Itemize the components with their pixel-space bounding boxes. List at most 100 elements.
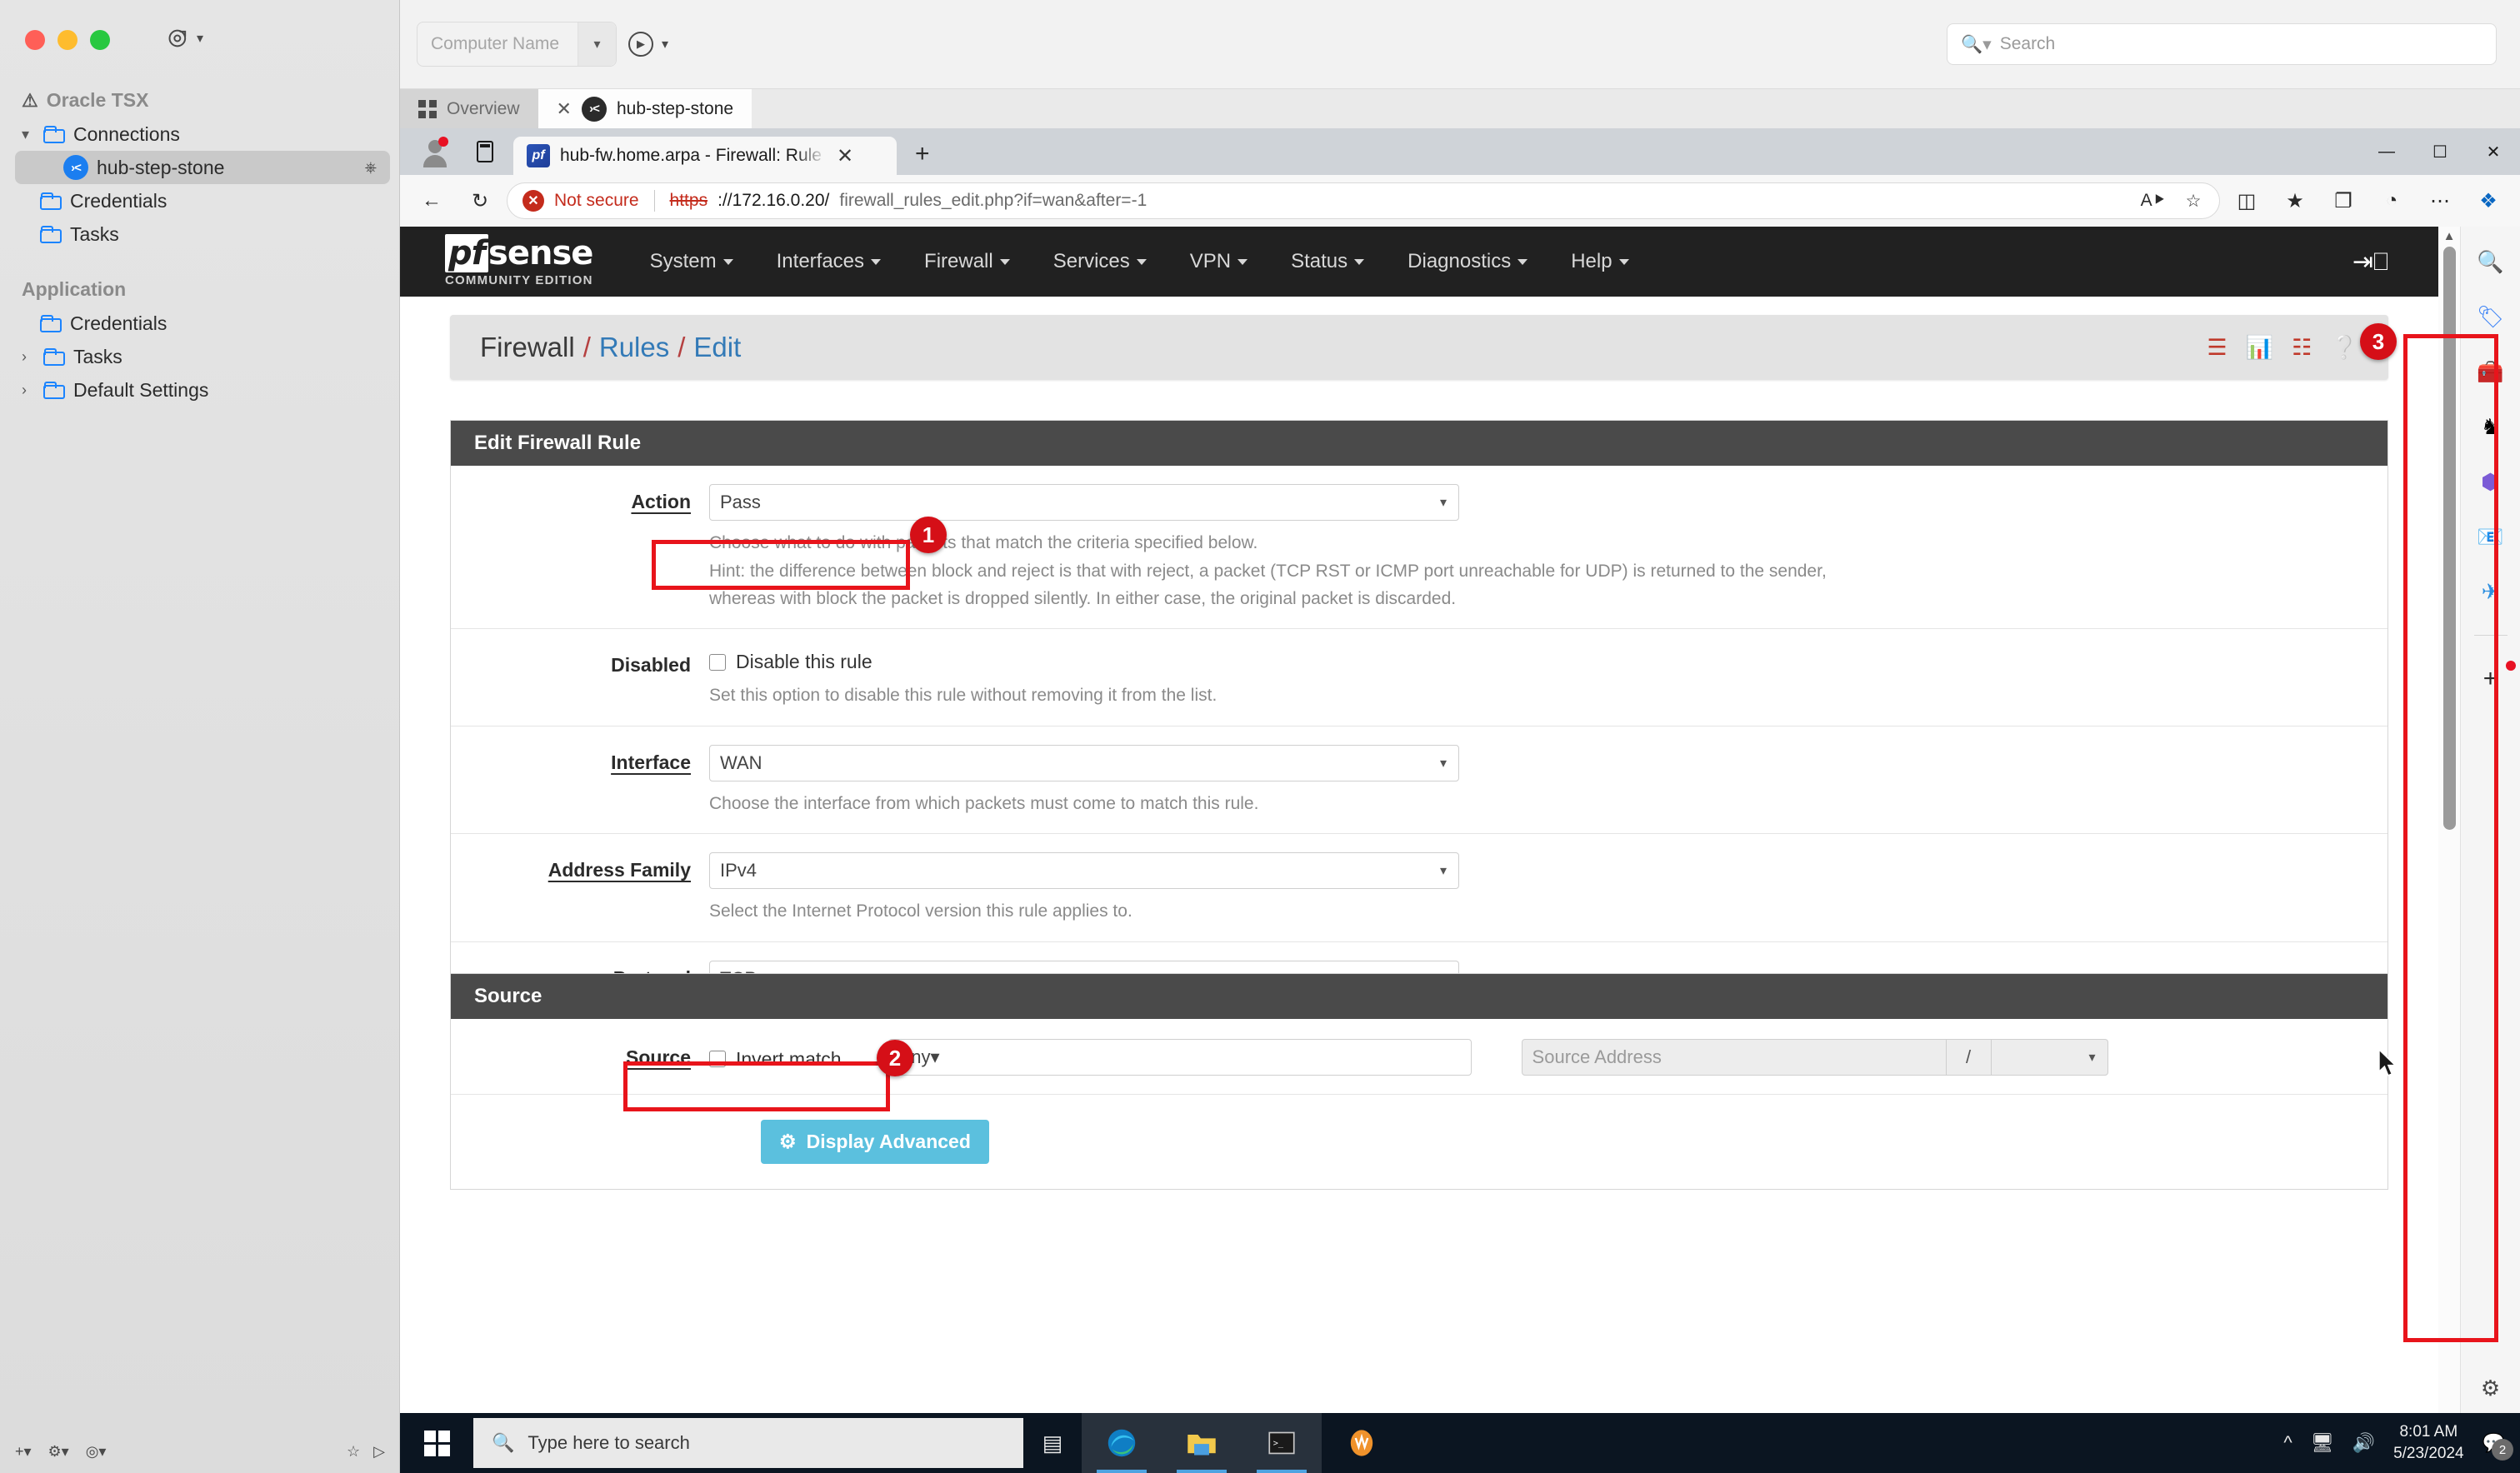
volume-icon[interactable]: 🔊 <box>2352 1432 2375 1454</box>
taskbar-app-edge[interactable] <box>1082 1413 1162 1473</box>
gear-icon[interactable]: ⚙ <box>2481 1376 2500 1401</box>
collections-icon[interactable]: ❐ <box>2322 179 2365 222</box>
source-mask-select[interactable]: ▾ <box>1991 1039 2108 1076</box>
eject-icon[interactable]: ⎈ <box>365 159 377 177</box>
refresh-icon[interactable]: ↻ <box>458 179 502 222</box>
outlook-icon[interactable]: 📧 <box>2472 520 2509 553</box>
tab-overview[interactable]: Overview <box>400 89 538 128</box>
sidebar-item-connections[interactable]: ▾ Connections <box>0 117 400 151</box>
minimize-window-button[interactable] <box>58 30 78 50</box>
sidebar-item-default-settings[interactable]: › Default Settings <box>0 373 400 407</box>
logout-icon[interactable]: ⇥⎕ <box>2352 247 2388 277</box>
split-screen-icon[interactable]: ◫ <box>2225 179 2268 222</box>
nav-system[interactable]: System <box>628 250 755 273</box>
help-icon[interactable]: ❔ <box>2330 334 2358 361</box>
taskbar-clock[interactable]: 8:01 AM 5/23/2024 <box>2393 1421 2464 1464</box>
new-tab-button[interactable]: + <box>915 140 930 175</box>
star-icon[interactable]: ☆ <box>2176 183 2211 218</box>
taskbar-app-clamwin[interactable] <box>1322 1413 1402 1473</box>
windows-start-icon[interactable] <box>400 1413 473 1473</box>
scrollbar-thumb[interactable] <box>2442 247 2456 830</box>
sidebar-item-hub-step-stone[interactable]: ›< hub-step-stone ⎈ <box>15 151 390 184</box>
close-window-button[interactable] <box>25 30 45 50</box>
chevron-up-icon[interactable]: ^ <box>2283 1432 2292 1454</box>
back-arrow-icon[interactable]: ← <box>410 179 453 222</box>
source-address-input[interactable]: Source Address <box>1521 1039 1947 1076</box>
breadcrumb-rules-link[interactable]: Rules <box>599 332 669 363</box>
chevron-down-icon[interactable]: ▾ <box>22 126 35 143</box>
taskbar-app-terminal[interactable]: >_ <box>1242 1413 1322 1473</box>
address-family-select[interactable]: IPv4 ▾ <box>709 852 1459 890</box>
sidebar-item-app-credentials[interactable]: Credentials <box>0 307 400 340</box>
nav-status[interactable]: Status <box>1269 250 1386 273</box>
macos-sidebar: ▾ ⚠ Oracle TSX ▾ Connections ›< hub-step… <box>0 0 400 1473</box>
nav-vpn[interactable]: VPN <box>1168 250 1269 273</box>
action-select[interactable]: Pass ▾ <box>709 484 1459 521</box>
sidebar-item-credentials[interactable]: Credentials <box>0 184 400 217</box>
tab-hub-step-stone[interactable]: ✕ ›< hub-step-stone <box>538 89 752 128</box>
maximize-button[interactable]: ☐ <box>2413 128 2467 175</box>
more-icon[interactable]: ⋯ <box>2418 179 2462 222</box>
minimize-button[interactable]: — <box>2360 128 2413 175</box>
sliders-icon[interactable]: ☰ <box>2207 335 2227 361</box>
chevron-down-icon[interactable]: ▾ <box>197 30 203 47</box>
edge-browser-tab[interactable]: pf hub-fw.home.arpa - Firewall: Rule ✕ <box>513 137 897 175</box>
search-icon[interactable]: 🔍 <box>2472 245 2509 278</box>
macos-search-input[interactable]: 🔍▾ Search <box>1947 23 2497 65</box>
interface-select[interactable]: WAN ▾ <box>709 744 1459 781</box>
chevron-down-icon[interactable]: ▾ <box>662 36 668 52</box>
gear-dropdown-icon[interactable]: ⚙▾ <box>48 1443 69 1461</box>
star-icon[interactable]: ☆ <box>347 1443 360 1461</box>
display-advanced-button[interactable]: ⚙ Display Advanced <box>761 1120 989 1164</box>
address-bar[interactable]: ✕ Not secure https://172.16.0.20/firewal… <box>507 182 2220 219</box>
taskbar-search-input[interactable]: 🔍 Type here to search <box>473 1418 1023 1468</box>
scroll-up-arrow-icon[interactable]: ▲ <box>2443 227 2456 245</box>
copilot-icon[interactable]: ❖ <box>2467 179 2510 222</box>
maximize-window-button[interactable] <box>90 30 110 50</box>
invert-match-checkbox[interactable] <box>709 1051 726 1067</box>
shopping-tag-icon[interactable]: 🏷 <box>2472 300 2509 333</box>
play-circle-icon[interactable]: ▶ <box>628 32 653 57</box>
taskbar-app-file-explorer[interactable] <box>1162 1413 1242 1473</box>
nav-diagnostics[interactable]: Diagnostics <box>1386 250 1549 273</box>
sidebar-item-app-tasks[interactable]: › Tasks <box>0 340 400 373</box>
connect-play-button[interactable]: ▶ ▾ <box>628 32 668 57</box>
chevron-right-icon[interactable]: › <box>22 382 35 399</box>
games-icon[interactable]: ♞ <box>2472 410 2509 443</box>
target-dropdown-icon[interactable]: ◎▾ <box>86 1443 107 1461</box>
task-view-icon[interactable]: ▤ <box>1023 1431 1082 1456</box>
chart-icon[interactable]: 📊 <box>2246 334 2274 361</box>
chevron-right-icon[interactable]: › <box>22 348 35 366</box>
disable-rule-checkbox[interactable] <box>709 653 726 671</box>
nav-firewall[interactable]: Firewall <box>902 250 1032 273</box>
nav-interfaces[interactable]: Interfaces <box>755 250 902 273</box>
list-icon[interactable]: ☷ <box>2292 335 2312 361</box>
office-icon[interactable]: ⬢ <box>2472 465 2509 498</box>
close-icon[interactable]: ✕ <box>837 144 853 168</box>
browser-essentials-icon[interactable]: ◔ <box>2370 179 2413 222</box>
read-aloud-icon[interactable]: A⯈ <box>2136 183 2171 218</box>
close-button[interactable]: ✕ <box>2467 128 2520 175</box>
page-scrollbar[interactable]: ▲ <box>2438 227 2460 1413</box>
refresh-target-icon[interactable]: ▾ <box>167 27 203 50</box>
paper-plane-icon[interactable]: ✈ <box>2472 575 2509 608</box>
nav-services[interactable]: Services <box>1032 250 1168 273</box>
breadcrumb-edit-link[interactable]: Edit <box>693 332 741 363</box>
network-icon[interactable]: 🖥 <box>2311 1432 2334 1454</box>
sidebar-item-tasks[interactable]: Tasks <box>0 217 400 251</box>
plus-icon[interactable]: + <box>2472 661 2516 696</box>
sidebar-toggle-icon[interactable]: ▷ <box>373 1443 385 1461</box>
add-dropdown-icon[interactable]: +▾ <box>15 1443 32 1461</box>
security-status-label[interactable]: Not secure <box>554 191 639 211</box>
source-type-select[interactable]: Any ▾ <box>888 1039 1472 1076</box>
computer-name-input[interactable]: Computer Name ▾ <box>417 22 617 67</box>
notification-icon[interactable]: 💬 2 <box>2482 1432 2513 1461</box>
interface-value: WAN <box>720 751 762 773</box>
nav-help[interactable]: Help <box>1549 250 1650 273</box>
edge-profile-avatar[interactable] <box>408 128 462 175</box>
chevron-down-icon[interactable]: ▾ <box>578 22 616 66</box>
tab-actions-icon[interactable] <box>462 128 508 175</box>
close-icon[interactable]: ✕ <box>557 98 572 120</box>
tools-icon[interactable]: 🧰 <box>2472 355 2509 388</box>
favorites-icon[interactable]: ★ <box>2273 179 2317 222</box>
